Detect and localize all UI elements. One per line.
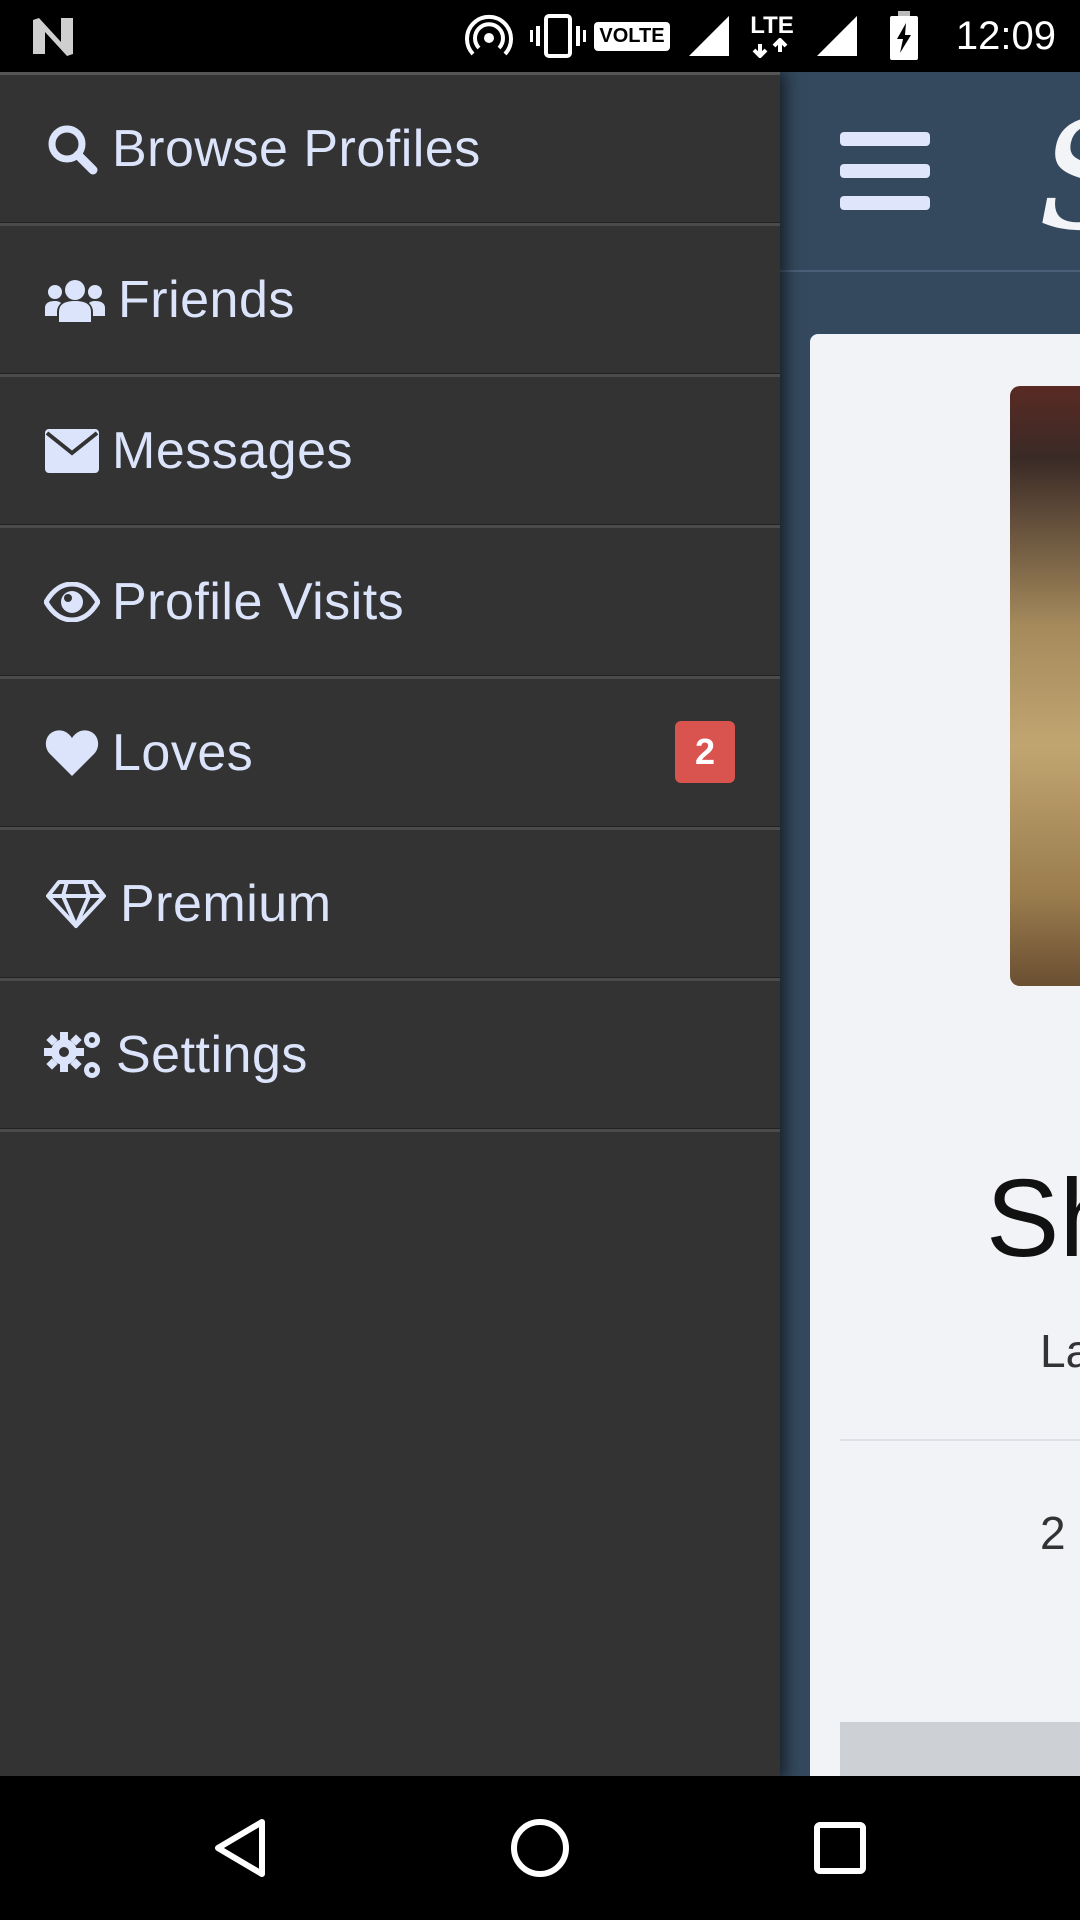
heart-icon <box>44 725 100 781</box>
envelope-icon <box>44 423 100 479</box>
diamond-icon <box>44 876 108 932</box>
menu-item-label: Messages <box>112 422 353 480</box>
search-icon <box>44 121 100 177</box>
menu-item-loves[interactable]: Loves 2 <box>0 679 780 830</box>
lte-label: LTE <box>750 12 794 39</box>
system-navigation-bar <box>0 1776 1080 1920</box>
volte-icon: VOLTE <box>594 0 670 72</box>
menu-item-messages[interactable]: Messages <box>0 377 780 528</box>
users-icon <box>44 272 106 328</box>
clock: 12:09 <box>955 14 1056 58</box>
menu-item-settings[interactable]: Settings <box>0 981 780 1132</box>
volte-label: VOLTE <box>594 21 670 51</box>
signal-icon <box>812 0 862 72</box>
navigation-drawer: Browse Profiles Friends Messages Profile… <box>0 72 780 1779</box>
hamburger-menu-icon[interactable] <box>840 132 930 212</box>
profile-subtitle: La <box>1040 1325 1080 1377</box>
status-bar: VOLTE LTE 12:09 <box>0 0 1080 72</box>
signal-icon <box>684 0 734 72</box>
notification-n-icon <box>28 0 78 72</box>
profile-photo[interactable] <box>1010 386 1080 986</box>
menu-item-label: Browse Profiles <box>112 120 481 178</box>
menu-item-premium[interactable]: Premium <box>0 830 780 981</box>
menu-item-label: Profile Visits <box>112 573 405 631</box>
gears-icon <box>44 1027 104 1083</box>
menu-item-browse-profiles[interactable]: Browse Profiles <box>0 75 780 226</box>
loves-count-badge: 2 <box>675 721 735 783</box>
menu-item-friends[interactable]: Friends <box>0 226 780 377</box>
divider <box>840 1439 1080 1441</box>
lte-icon: LTE <box>744 0 800 72</box>
recents-icon[interactable] <box>800 1808 880 1888</box>
profile-card[interactable]: Sh La 2 <box>810 334 1080 1776</box>
home-icon[interactable] <box>500 1808 580 1888</box>
menu-item-label: Friends <box>118 271 295 329</box>
profile-action-bar[interactable] <box>840 1722 1080 1776</box>
back-icon[interactable] <box>200 1808 280 1888</box>
vibrate-icon <box>528 0 588 72</box>
battery-charging-icon <box>884 0 924 72</box>
eye-icon <box>44 574 100 630</box>
app-background: S Sh La 2 <box>780 72 1080 1776</box>
app-header: S <box>780 72 1080 272</box>
profile-name: Sh <box>986 1157 1080 1280</box>
menu-item-label: Premium <box>120 875 332 933</box>
hotspot-icon <box>462 0 516 72</box>
menu-item-label: Loves <box>112 724 254 782</box>
menu-item-label: Settings <box>116 1026 308 1084</box>
app-logo: S <box>1038 102 1080 252</box>
profile-stat: 2 <box>1040 1507 1066 1559</box>
menu-item-profile-visits[interactable]: Profile Visits <box>0 528 780 679</box>
